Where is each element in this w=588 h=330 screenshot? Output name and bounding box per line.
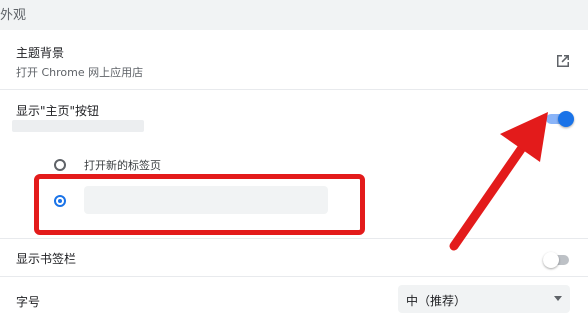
radio-new-tab[interactable]	[54, 159, 66, 171]
arrow-annotation-icon	[449, 112, 548, 251]
font-size-value: 中（推荐）	[406, 294, 467, 308]
bookmarks-bar-label: 显示书签栏	[16, 252, 77, 266]
section-title-appearance: 外观	[0, 8, 27, 23]
theme-label: 主题背景	[16, 46, 65, 60]
open-in-new-icon[interactable]	[554, 52, 572, 70]
divider	[0, 276, 588, 277]
home-button-label: 显示"主页"按钮	[16, 104, 100, 118]
highlight-annotation	[34, 174, 365, 235]
font-size-select[interactable]: 中（推荐）	[398, 285, 570, 313]
theme-sublabel[interactable]: 打开 Chrome 网上应用店	[16, 64, 143, 80]
divider	[0, 89, 588, 90]
font-size-label: 字号	[16, 295, 41, 309]
radio-new-tab-label: 打开新的标签页	[84, 159, 161, 172]
chevron-down-icon	[554, 296, 562, 301]
home-button-sublabel	[12, 120, 144, 132]
